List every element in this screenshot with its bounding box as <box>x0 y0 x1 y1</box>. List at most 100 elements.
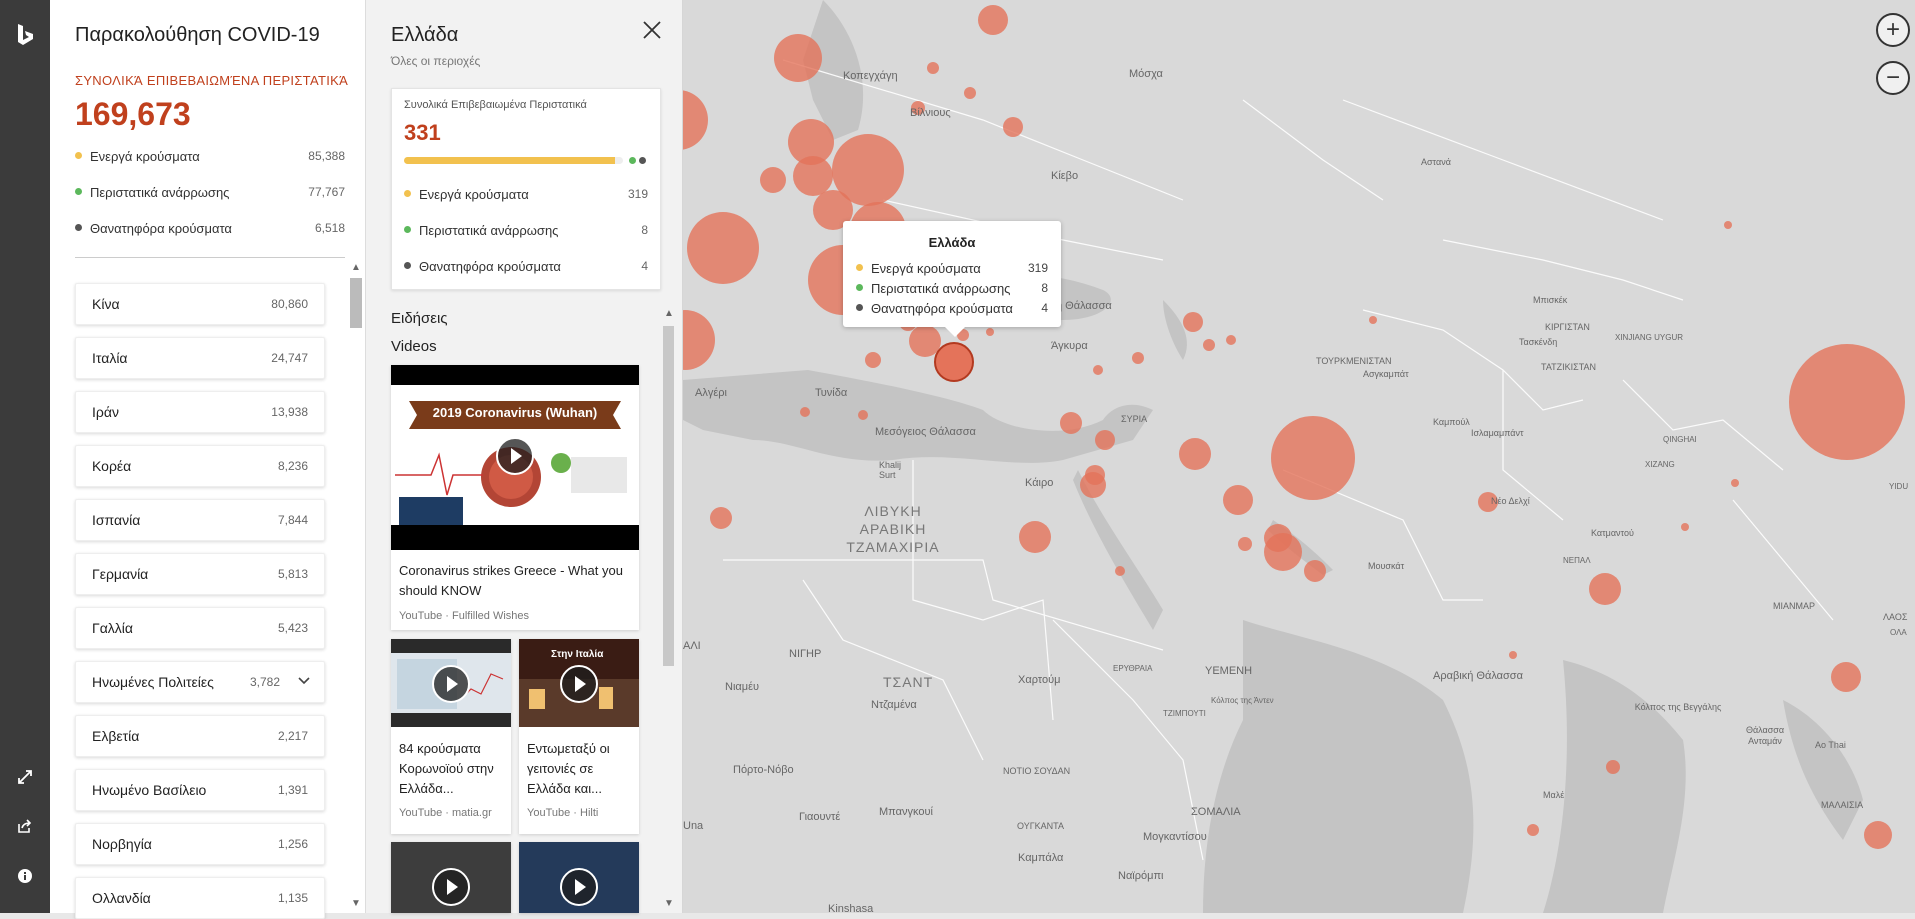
play-icon[interactable] <box>432 665 470 703</box>
map-label: Kinshasa <box>828 903 874 913</box>
video-card[interactable] <box>391 842 511 913</box>
map-label: Κίεβο <box>1051 170 1079 182</box>
map-label: ΛΙΒΥΚΗ ΑΡΑΒΙΚΗ ΤΖΑΜΑΧΙΡΙΑ <box>846 503 940 555</box>
country-item[interactable]: Κορέα 8,236 <box>75 445 325 487</box>
video-card[interactable]: 2019 Coronavirus (Wuhan) Coronavirus str… <box>391 365 639 630</box>
tooltip-row-deaths: Θανατηφόρα κρούσματα 4 <box>856 301 1048 316</box>
map-label: ή Θάλασσα <box>1056 300 1112 312</box>
country-item[interactable]: Ηνωμένο Βασίλειο 1,391 <box>75 769 325 811</box>
scrollbar-thumb[interactable] <box>350 278 362 328</box>
zoom-out-icon[interactable]: − <box>1876 61 1910 95</box>
map-label: Μαλέ <box>1543 790 1565 800</box>
scroll-down-icon[interactable]: ▼ <box>351 898 361 909</box>
video-card[interactable]: Στην Ιταλία Εντωμεταξύ οι γειτονιές σε Ε… <box>519 639 639 834</box>
video-thumbnail: 2019 Coronavirus (Wuhan) <box>391 365 639 550</box>
map-label: Ασγκαμπάτ <box>1363 369 1409 379</box>
map-label: Τυνίδα <box>815 387 848 399</box>
stat-label: Ενεργά κρούσματα <box>90 149 200 164</box>
map-label: ΤΖΙΜΠΟΥΤΙ <box>1163 709 1206 718</box>
video-thumbnail: Στην Ιταλία <box>519 639 639 727</box>
map-label: Βίλνιους <box>910 107 951 119</box>
country-item[interactable]: Ελβετία 2,217 <box>75 715 325 757</box>
map-label: Αστανά <box>1421 157 1451 167</box>
video-thumbnail <box>391 639 511 727</box>
active-progress-bar <box>404 157 623 164</box>
map-label: Αλγέρι <box>695 387 727 399</box>
active-dot-icon <box>856 264 863 272</box>
map-label: Κατμαντού <box>1591 528 1634 538</box>
detail-scrollbar[interactable]: ▲ ▼ <box>663 308 675 913</box>
info-icon[interactable] <box>0 856 50 896</box>
chevron-down-icon[interactable] <box>298 672 310 688</box>
map-label: Ναϊρόμπι <box>1118 870 1164 882</box>
country-item[interactable]: Κίνα 80,860 <box>75 283 325 325</box>
tooltip-label: Ενεργά κρούσματα <box>871 261 981 276</box>
stat-label: Ενεργά κρούσματα <box>419 187 529 202</box>
map-label: Αραβική Θάλασσα <box>1433 670 1523 682</box>
map-label: ΕΡΥΘΡΑΙΑ <box>1113 664 1153 673</box>
map-label: Ao Thai <box>1815 740 1846 750</box>
country-detail-panel: Ελλάδα Όλες οι περιοχές Συνολικά Επιβεβα… <box>366 0 683 913</box>
share-icon[interactable] <box>0 806 50 846</box>
map-canvas[interactable]: Κοπεγχάγη Μόσχα Βίλνιους Κίεβο Αστανά ή … <box>683 0 1915 913</box>
deaths-dot-icon <box>75 224 82 232</box>
country-count: 1,135 <box>277 891 308 905</box>
scrollbar-thumb[interactable] <box>663 326 674 666</box>
country-count: 1,256 <box>277 837 308 851</box>
video-card[interactable] <box>519 842 639 913</box>
video-card[interactable]: 84 κρούσματα Κορωνοϊού στην Ελλάδα... Yo… <box>391 639 511 834</box>
scroll-up-icon[interactable]: ▲ <box>351 262 361 273</box>
active-dot-icon <box>75 152 82 160</box>
recovered-dot-icon <box>629 157 636 164</box>
video-source: YouTube · Fulfilled Wishes <box>399 610 530 622</box>
map-label: XIZANG <box>1645 460 1675 469</box>
map-label: Κόλπος της Άντεν <box>1211 696 1274 705</box>
bing-logo-icon[interactable] <box>0 15 50 55</box>
map-label: ΟΛΑ <box>1890 628 1907 637</box>
map-label: Khalij Surt <box>879 460 902 480</box>
country-name: Κορέα <box>92 458 132 474</box>
deaths-dot-icon <box>856 304 863 312</box>
play-icon[interactable] <box>560 665 598 703</box>
stat-active: Ενεργά κρούσματα 85,388 <box>75 149 345 169</box>
country-item[interactable]: Γερμανία 5,813 <box>75 553 325 595</box>
map-label: Μογκαντίσου <box>1143 831 1207 843</box>
country-count: 80,860 <box>271 297 308 311</box>
country-list-scrollbar[interactable]: ▲ ▼ <box>350 262 364 913</box>
country-item[interactable]: Γαλλία 5,423 <box>75 607 325 649</box>
country-count: 2,217 <box>277 729 308 743</box>
recovered-dot-icon <box>856 284 863 292</box>
video-source: YouTube · Hilti <box>527 807 599 819</box>
country-item[interactable]: Ιράν 13,938 <box>75 391 325 433</box>
expand-icon[interactable] <box>0 757 50 797</box>
country-item[interactable]: Νορβηγία 1,256 <box>75 823 325 865</box>
map-label: Καμπούλ <box>1433 417 1470 427</box>
country-count: 8,236 <box>277 459 308 473</box>
zoom-in-icon[interactable]: + <box>1876 13 1910 47</box>
video-source: YouTube · matia.gr <box>399 807 492 819</box>
play-icon[interactable] <box>496 437 534 475</box>
tooltip-value: 319 <box>1027 261 1048 275</box>
left-rail <box>0 0 50 913</box>
country-item[interactable]: Ισπανία 7,844 <box>75 499 325 541</box>
play-icon[interactable] <box>560 868 598 906</box>
stat-label: Θανατηφόρα κρούσματα <box>419 259 561 274</box>
stat-value: 77,767 <box>308 185 345 199</box>
play-icon[interactable] <box>432 868 470 906</box>
country-item-expandable[interactable]: Ηνωμένες Πολιτείες 3,782 <box>75 661 325 703</box>
close-icon[interactable] <box>640 18 664 42</box>
map-label: ΣΟΜΑΛΙΑ <box>1191 806 1241 818</box>
video-thumbnail <box>391 842 511 913</box>
map-label: ΛΑΟΣ <box>1883 612 1908 622</box>
country-count: 24,747 <box>271 351 308 365</box>
scroll-up-icon[interactable]: ▲ <box>664 308 674 319</box>
map-label: Άγκυρα <box>1051 340 1088 352</box>
scroll-down-icon[interactable]: ▼ <box>664 898 674 909</box>
deaths-dot-icon <box>404 262 411 270</box>
country-item[interactable]: Ιταλία 24,747 <box>75 337 325 379</box>
detail-subtitle: Όλες οι περιοχές <box>391 54 481 68</box>
map-label: Χαρτούμ <box>1018 674 1061 686</box>
map-label: Ισλαμαμπάντ <box>1471 428 1524 438</box>
map-label: Una <box>683 820 704 832</box>
map-label: Θάλασσα Ανταμάν <box>1745 725 1785 746</box>
